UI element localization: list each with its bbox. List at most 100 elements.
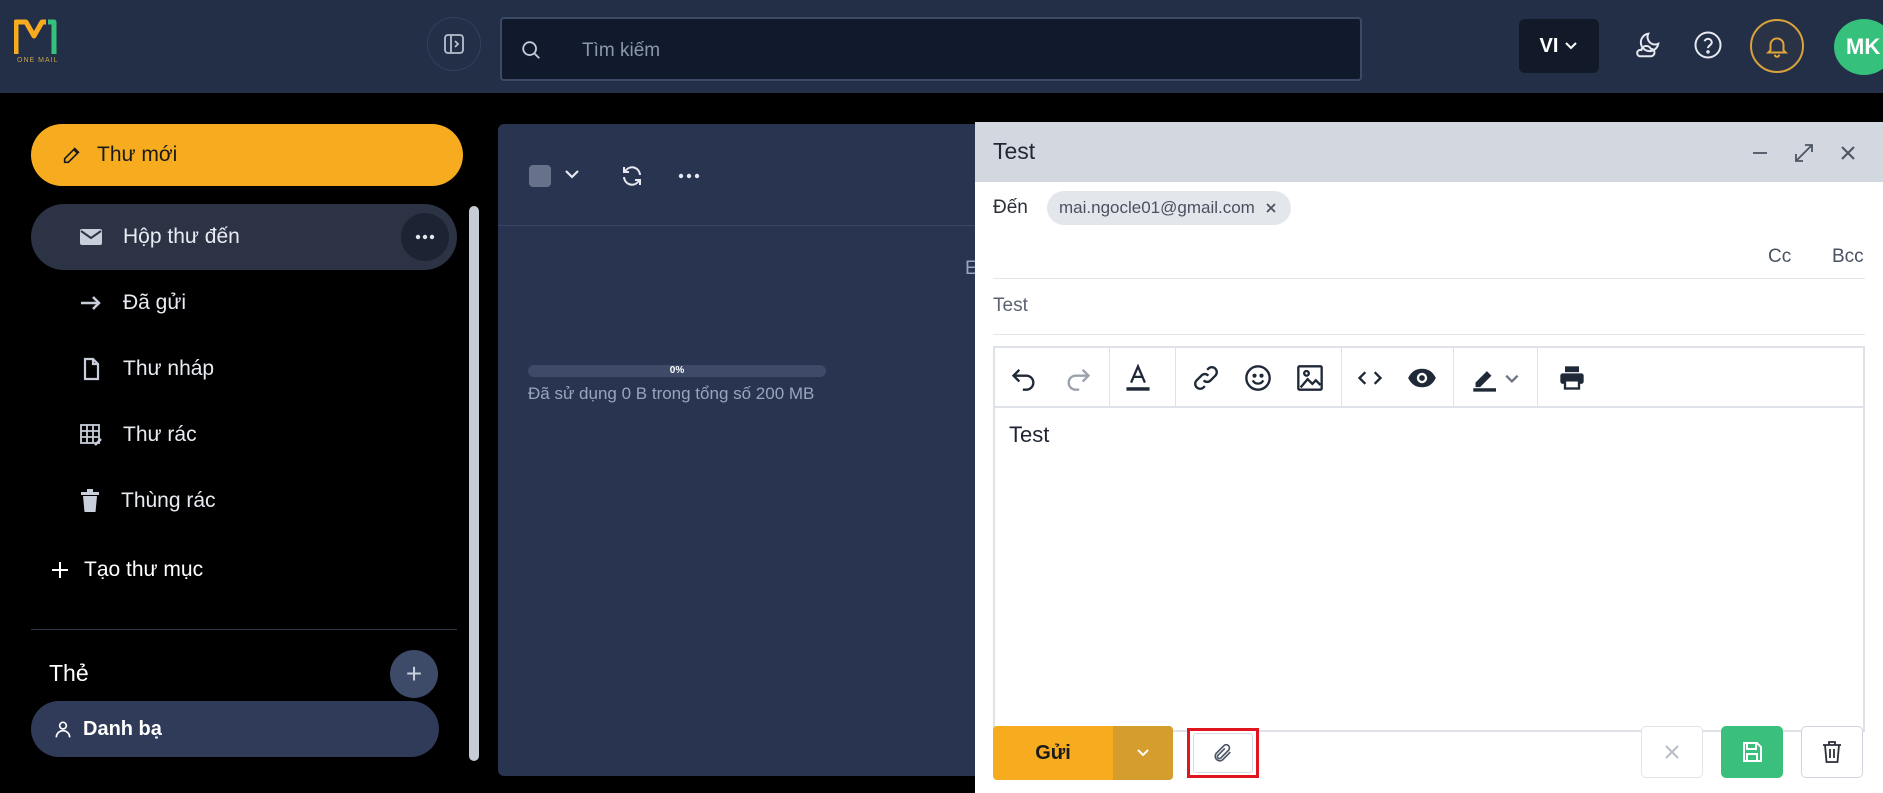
undo-icon bbox=[1011, 369, 1035, 391]
print-button[interactable] bbox=[1557, 363, 1587, 393]
moon-cloud-icon bbox=[1636, 32, 1660, 58]
chevron-down-icon bbox=[1565, 42, 1578, 50]
delete-button[interactable] bbox=[1801, 726, 1863, 778]
inbox-more-button[interactable] bbox=[401, 213, 449, 261]
sidebar-scrollbar[interactable] bbox=[469, 206, 479, 761]
highlighter-icon bbox=[1473, 371, 1519, 392]
contacts-label: Danh bạ bbox=[83, 717, 162, 740]
create-folder-button[interactable]: Tạo thư mục bbox=[50, 558, 203, 582]
editor-toolbar bbox=[995, 348, 1863, 408]
help-button[interactable] bbox=[1689, 26, 1727, 64]
close-icon[interactable] bbox=[1265, 202, 1277, 214]
trash-icon bbox=[1823, 741, 1841, 763]
plus-icon bbox=[52, 562, 68, 578]
sidebar-item-trash[interactable]: Thùng rác bbox=[31, 468, 457, 534]
more-horizontal-icon bbox=[415, 234, 435, 240]
link-icon bbox=[1194, 366, 1218, 390]
top-bar: ONE MAIL Tìm kiếm VI MK bbox=[0, 0, 1883, 93]
sidebar-item-label: Đã gửi bbox=[123, 291, 187, 314]
text-color-icon bbox=[1126, 363, 1150, 391]
sidebar-item-inbox[interactable]: Hộp thư đến bbox=[31, 204, 457, 270]
expand-icon bbox=[1795, 144, 1813, 162]
preview-button[interactable] bbox=[1407, 363, 1437, 393]
theme-toggle-button[interactable] bbox=[1628, 26, 1666, 64]
sidebar-item-drafts[interactable]: Thư nháp bbox=[31, 336, 457, 402]
new-mail-label: Thư mới bbox=[97, 143, 178, 166]
recipient-divider bbox=[993, 278, 1865, 279]
redo-icon bbox=[1067, 369, 1091, 391]
save-draft-button[interactable] bbox=[1721, 726, 1783, 778]
highlight-button[interactable] bbox=[1469, 363, 1523, 393]
expand-button[interactable] bbox=[1791, 140, 1817, 166]
minimize-button[interactable] bbox=[1747, 140, 1773, 166]
to-label: Đến bbox=[993, 197, 1028, 218]
plus-icon: + bbox=[405, 658, 423, 689]
sidebar-toggle-button[interactable] bbox=[427, 17, 481, 71]
text-color-button[interactable] bbox=[1123, 363, 1153, 393]
minimize-icon bbox=[1753, 152, 1767, 154]
discard-button[interactable] bbox=[1641, 726, 1703, 778]
storage-quota-text: Đã sử dụng 0 B trong tổng số 200 MB bbox=[528, 384, 815, 403]
sidebar-divider bbox=[31, 629, 457, 630]
insert-link-button[interactable] bbox=[1191, 363, 1221, 393]
paperclip-icon bbox=[1214, 743, 1231, 762]
sidebar-item-spam[interactable]: Thư rác bbox=[31, 402, 457, 468]
tags-heading: Thẻ bbox=[49, 660, 89, 686]
send-options-button[interactable] bbox=[1113, 726, 1173, 780]
cc-button[interactable]: Cc bbox=[1768, 246, 1791, 268]
select-all-checkbox[interactable] bbox=[529, 165, 551, 187]
emoji-button[interactable] bbox=[1243, 363, 1273, 393]
language-label: VI bbox=[1539, 34, 1559, 57]
compose-header: Test bbox=[975, 122, 1883, 182]
chevron-down-icon bbox=[1137, 749, 1149, 757]
insert-image-button[interactable] bbox=[1295, 363, 1325, 393]
sidebar-item-label: Hộp thư đến bbox=[123, 225, 240, 248]
close-button[interactable] bbox=[1835, 140, 1861, 166]
recipient-chip[interactable]: mai.ngocle01@gmail.com bbox=[1047, 191, 1291, 225]
user-icon bbox=[55, 721, 71, 738]
bell-icon bbox=[1765, 37, 1789, 58]
pencil-icon bbox=[63, 147, 80, 164]
send-button[interactable]: Gửi bbox=[993, 726, 1113, 780]
mail-icon bbox=[80, 229, 102, 245]
contacts-button[interactable]: Danh bạ bbox=[31, 701, 439, 757]
language-selector[interactable]: VI bbox=[1519, 19, 1599, 73]
close-icon bbox=[1841, 146, 1855, 160]
bcc-button[interactable]: Bcc bbox=[1832, 246, 1864, 268]
refresh-button[interactable] bbox=[620, 164, 644, 188]
compose-title: Test bbox=[993, 138, 1036, 164]
storage-quota-bar: 0% bbox=[528, 365, 826, 377]
help-icon bbox=[1694, 31, 1722, 59]
eye-icon bbox=[1408, 368, 1436, 388]
select-options-button[interactable] bbox=[562, 164, 582, 184]
search-input[interactable]: Tìm kiếm bbox=[582, 40, 660, 62]
attach-file-button[interactable] bbox=[1187, 728, 1259, 778]
more-actions-button[interactable] bbox=[678, 164, 700, 188]
subject-input[interactable]: Test bbox=[993, 295, 1028, 317]
image-icon bbox=[1297, 365, 1323, 391]
code-icon bbox=[1357, 371, 1383, 385]
sidebar-item-sent[interactable]: Đã gửi bbox=[31, 270, 457, 336]
redo-button[interactable] bbox=[1063, 363, 1093, 393]
sidebar-item-label: Thư rác bbox=[123, 423, 197, 446]
emoji-icon bbox=[1245, 365, 1271, 391]
refresh-icon bbox=[623, 166, 641, 186]
create-folder-label: Tạo thư mục bbox=[84, 558, 204, 581]
notifications-button[interactable] bbox=[1750, 19, 1804, 73]
new-mail-button[interactable]: Thư mới bbox=[31, 124, 463, 186]
add-tag-button[interactable]: + bbox=[390, 650, 438, 698]
undo-button[interactable] bbox=[1009, 363, 1039, 393]
print-icon bbox=[1560, 366, 1584, 390]
logo-text: ONE MAIL bbox=[17, 57, 59, 64]
source-code-button[interactable] bbox=[1355, 363, 1385, 393]
user-avatar[interactable]: MK bbox=[1834, 19, 1883, 75]
spam-icon bbox=[80, 424, 102, 446]
editor-content[interactable]: Test bbox=[1009, 422, 1049, 448]
arrow-right-icon bbox=[81, 296, 101, 310]
subject-divider bbox=[993, 334, 1865, 335]
save-icon bbox=[1743, 742, 1762, 762]
recipient-email: mai.ngocle01@gmail.com bbox=[1059, 198, 1255, 217]
search-bar[interactable]: Tìm kiếm bbox=[500, 17, 1362, 81]
search-icon bbox=[520, 39, 542, 61]
more-horizontal-icon bbox=[678, 173, 700, 179]
